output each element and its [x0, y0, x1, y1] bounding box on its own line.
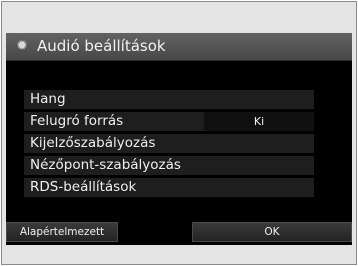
menu-item-value: Ki: [204, 112, 314, 131]
page-title: Audió beállítások: [37, 37, 166, 55]
menu-item-label: Hang: [30, 91, 66, 107]
menu-item-felugro-forras[interactable]: Felugró forrás Ki: [24, 112, 314, 131]
default-button[interactable]: Alapértelmezett: [6, 222, 118, 242]
menu-item-kijelzoszabalyozas[interactable]: Kijelzőszabályozás: [24, 134, 314, 153]
ok-button[interactable]: OK: [192, 222, 352, 242]
menu-item-label: Nézőpont-szabályozás: [30, 157, 181, 173]
menu-item-rds-beallitasok[interactable]: RDS-beállítások: [24, 178, 314, 197]
menu-item-label: Felugró forrás: [30, 113, 124, 129]
settings-menu: Hang Felugró forrás Ki Kijelzőszabályozás Né…: [24, 90, 314, 200]
menu-item-hang[interactable]: Hang: [24, 90, 314, 109]
audio-settings-screen: ✹ Audió beállítások Hang Felugró forrás Ki…: [6, 33, 352, 245]
menu-item-label: RDS-beállítások: [30, 179, 137, 195]
menu-item-nezopont-szabalyozas[interactable]: Nézőpont-szabályozás: [24, 156, 314, 175]
bottom-button-bar: Alapértelmezett OK: [6, 220, 352, 245]
menu-item-label: Kijelzőszabályozás: [30, 135, 156, 151]
gear-icon: ✹: [16, 38, 28, 54]
title-bar: ✹ Audió beállítások: [6, 33, 352, 61]
